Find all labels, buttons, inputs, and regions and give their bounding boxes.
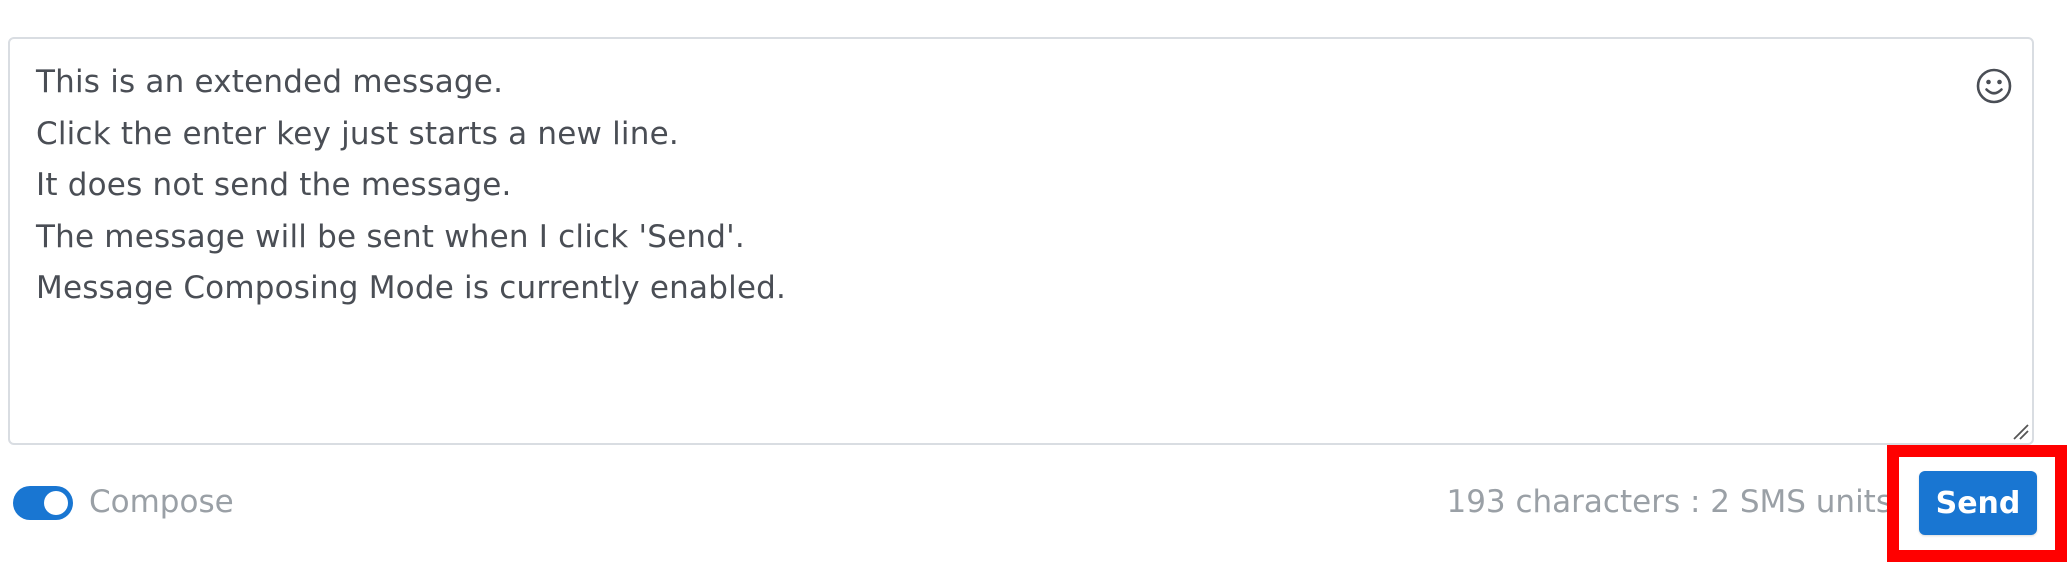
smiley-face-icon[interactable] <box>1974 66 2014 106</box>
resize-handle-graphic <box>2013 424 2029 440</box>
compose-toggle[interactable] <box>13 486 73 520</box>
resize-handle-icon[interactable] <box>2010 421 2030 441</box>
character-count: 193 characters : 2 SMS units <box>1446 484 1892 520</box>
send-button[interactable]: Send <box>1919 471 2037 535</box>
compose-toggle-knob <box>44 491 68 515</box>
smiley-face-icon-graphic <box>1976 68 2012 104</box>
message-text[interactable]: This is an extended message. Click the e… <box>36 57 786 315</box>
message-composer: This is an extended message. Click the e… <box>0 0 2070 562</box>
message-textarea[interactable]: This is an extended message. Click the e… <box>8 37 2034 445</box>
composer-footer: Compose 193 characters : 2 SMS units Sen… <box>0 445 2070 562</box>
compose-toggle-label: Compose <box>89 484 234 520</box>
